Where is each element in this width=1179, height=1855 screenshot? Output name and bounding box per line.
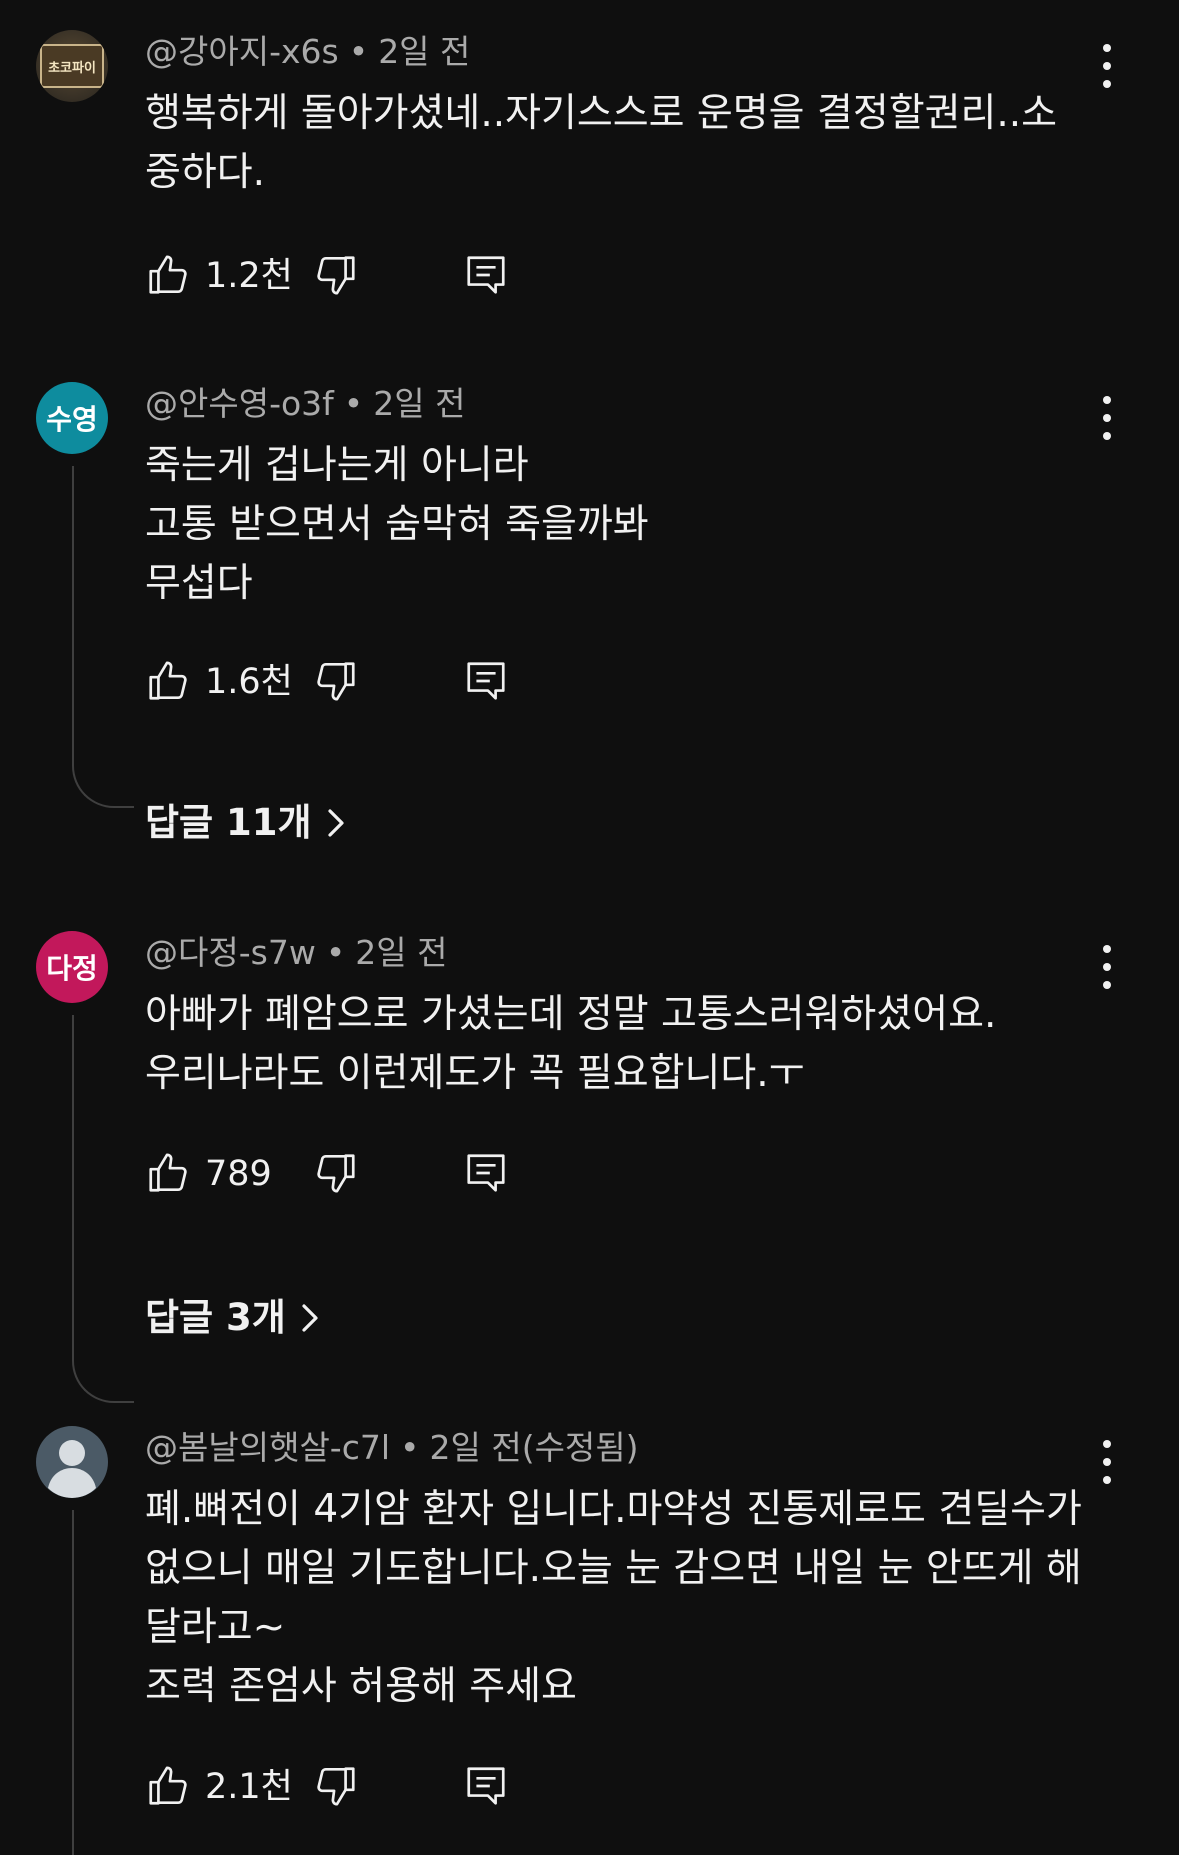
separator-dot: •: [400, 1428, 420, 1467]
author-handle[interactable]: @안수영-o3f: [145, 384, 334, 423]
comment-text: 죽는게 겁나는게 아니라 고통 받으면서 숨막혀 죽을까봐 무섭다: [145, 443, 649, 606]
view-replies-button[interactable]: 답글 11개: [145, 800, 346, 846]
more-vertical-icon[interactable]: [1090, 945, 1124, 989]
view-replies-button[interactable]: 답글 3개: [145, 1295, 320, 1341]
like-count: 2.1천: [205, 1767, 293, 1807]
chevron-right-icon: [302, 1304, 318, 1332]
thread-line: [72, 1015, 134, 1403]
comment-actions: 1.2천: [145, 252, 545, 302]
thumb-down-icon[interactable]: [313, 658, 359, 704]
thumb-up-icon[interactable]: [145, 1763, 191, 1809]
thumb-up-icon[interactable]: [145, 1150, 191, 1196]
default-user-icon: [48, 1440, 96, 1498]
separator-dot: •: [348, 32, 369, 71]
separator-dot: •: [325, 933, 346, 972]
separator-dot: •: [343, 384, 364, 423]
like-count: 1.2천: [205, 256, 293, 296]
thread-line: [72, 1510, 134, 1855]
comment-meta: @봄날의햇살-c7l • 2일 전(수정됨): [145, 1428, 639, 1468]
chevron-right-icon: [327, 809, 344, 837]
author-handle[interactable]: @강아지-x6s: [145, 32, 339, 71]
user-avatar[interactable]: 초코파이: [36, 30, 108, 102]
comment-reply-icon[interactable]: [463, 1150, 509, 1196]
author-handle[interactable]: @봄날의햇살-c7l: [145, 1428, 390, 1467]
user-avatar[interactable]: 다정: [36, 931, 108, 1003]
thumb-up-icon[interactable]: [145, 658, 191, 704]
comment-reply-icon[interactable]: [463, 252, 509, 298]
comment-meta: @강아지-x6s • 2일 전: [145, 32, 470, 72]
comment-time: 2일 전: [378, 32, 471, 71]
more-vertical-icon[interactable]: [1090, 396, 1124, 440]
comment-text: 폐.뼈전이 4기암 환자 입니다.마약성 진통제로도 견딜수가 없으니 매일 기…: [145, 1487, 1082, 1709]
comment-actions: 789: [145, 1150, 545, 1200]
avatar-initials: 수영: [46, 403, 98, 436]
avatar-initials: 다정: [46, 952, 98, 985]
author-handle[interactable]: @다정-s7w: [145, 933, 316, 972]
more-vertical-icon[interactable]: [1090, 44, 1124, 88]
avatar-image-chocopie: 초코파이: [40, 44, 104, 88]
comment-actions: 2.1천: [145, 1763, 545, 1813]
comment-reply-icon[interactable]: [463, 658, 509, 704]
replies-count-label: 답글 11개: [145, 801, 312, 844]
comment-reply-icon[interactable]: [463, 1763, 509, 1809]
replies-count-label: 답글 3개: [145, 1296, 286, 1339]
thumb-down-icon[interactable]: [313, 1150, 359, 1196]
user-avatar[interactable]: 수영: [36, 382, 108, 454]
user-avatar[interactable]: [36, 1426, 108, 1498]
more-vertical-icon[interactable]: [1090, 1440, 1124, 1484]
comment-actions: 1.6천: [145, 658, 545, 708]
comment-feed: 초코파이 @강아지-x6s • 2일 전 행복하게 돌아가셨네..자기스스로 운명을…: [0, 0, 1179, 1855]
thumb-down-icon[interactable]: [313, 252, 359, 298]
thumb-down-icon[interactable]: [313, 1763, 359, 1809]
thread-line: [72, 466, 134, 808]
like-count: 1.6천: [205, 662, 293, 702]
comment-text: 아빠가 폐암으로 가셨는데 정말 고통스러워하셨어요. 우리나라도 이런제도가 …: [145, 992, 997, 1096]
like-count: 789: [205, 1154, 272, 1194]
comment-text: 행복하게 돌아가셨네..자기스스로 운명을 결정할권리..소 중하다.: [145, 91, 1058, 195]
comment-meta: @다정-s7w • 2일 전: [145, 933, 448, 973]
thumb-up-icon[interactable]: [145, 252, 191, 298]
comment-time: 2일 전(수정됨): [429, 1428, 639, 1467]
comment-meta: @안수영-o3f • 2일 전: [145, 384, 465, 424]
comment-time: 2일 전: [355, 933, 448, 972]
comment-time: 2일 전: [373, 384, 466, 423]
